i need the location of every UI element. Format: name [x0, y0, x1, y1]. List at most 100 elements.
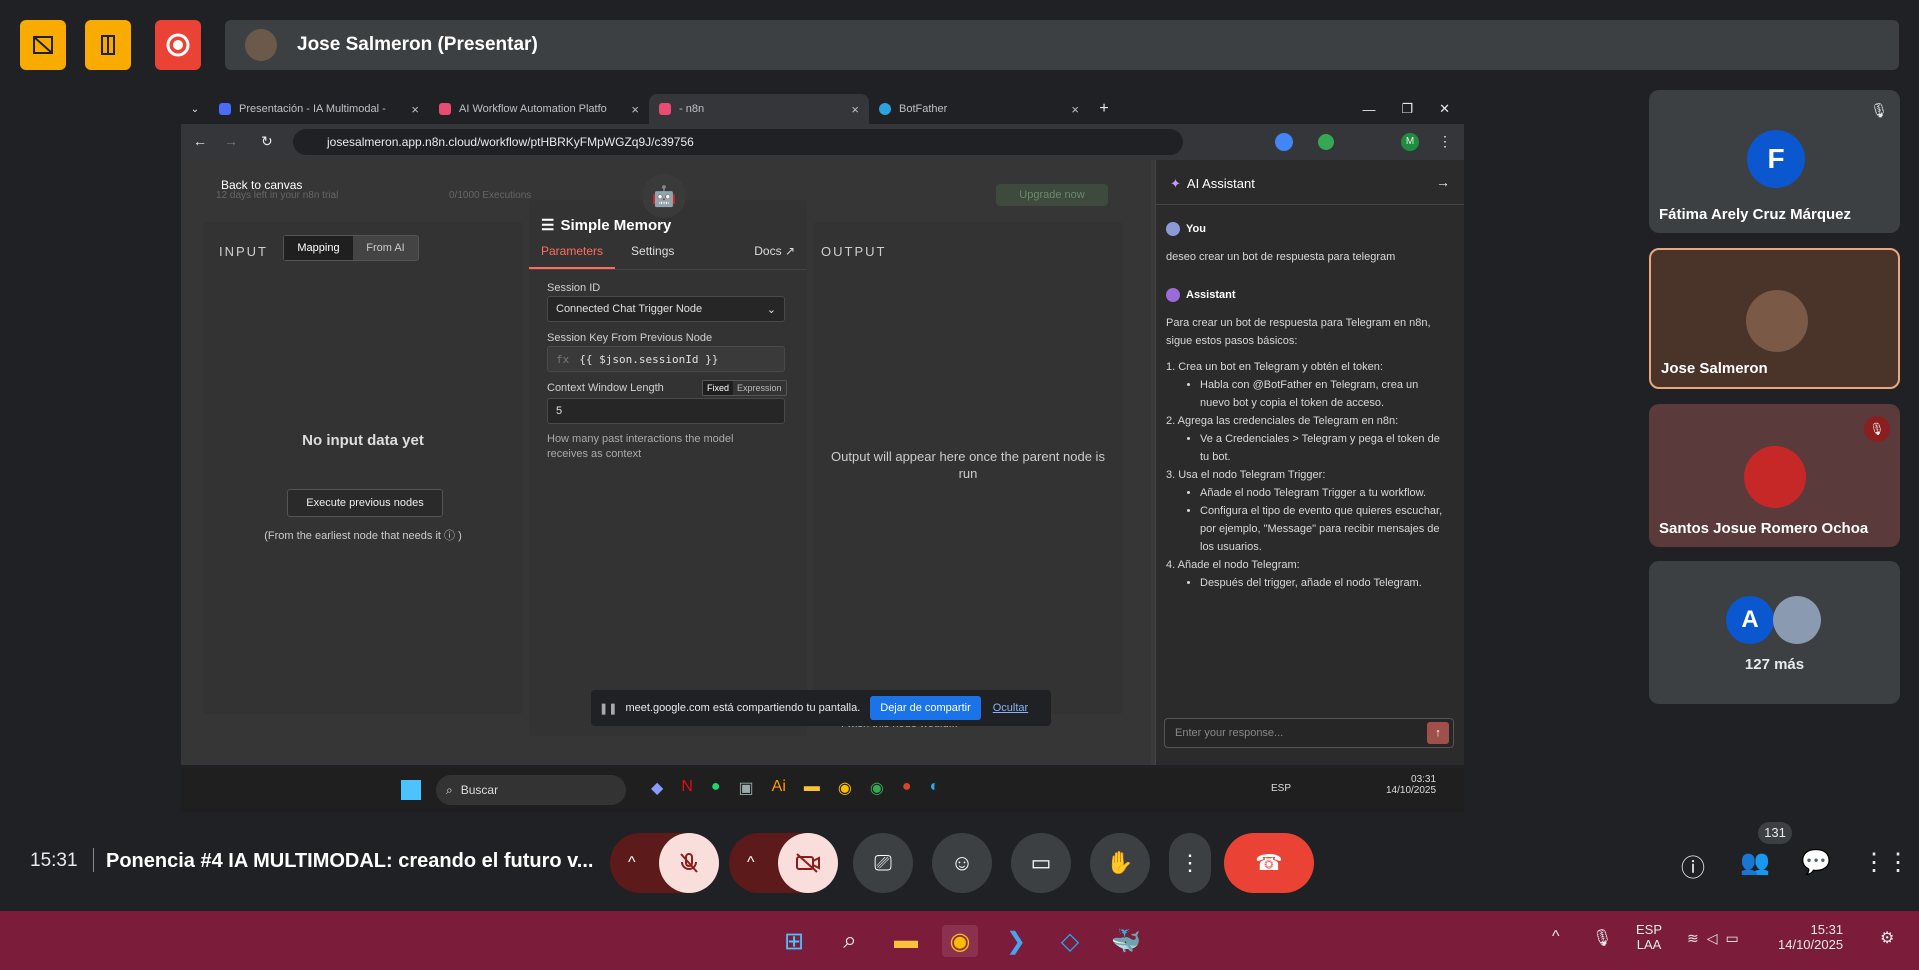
mic-icon[interactable]: 🎙 [1592, 928, 1612, 948]
people-icon[interactable]: 👥 [1740, 848, 1770, 877]
close-window-icon[interactable]: ✕ [1439, 101, 1450, 117]
close-icon[interactable]: × [631, 102, 639, 117]
powershell-icon[interactable]: ❯ [998, 925, 1034, 957]
fixed-toggle[interactable]: Fixed [703, 381, 734, 395]
stop-sharing-button[interactable]: Dejar de compartir [870, 696, 981, 720]
execute-previous-button[interactable]: Execute previous nodes [287, 489, 443, 517]
n8n-app: Back to canvas 12 days left in your n8n … [181, 160, 1464, 765]
minimize-icon[interactable]: — [1362, 102, 1375, 117]
assistant-response-input[interactable]: Enter your response... ↑ [1164, 718, 1454, 748]
activities-icon[interactable]: ⋮⋮ [1862, 848, 1910, 877]
start-icon[interactable] [401, 780, 421, 800]
info-icon[interactable]: ⓘ [1681, 848, 1705, 883]
more-options-icon[interactable]: ⋮ [1169, 833, 1211, 893]
layout-icon[interactable] [20, 20, 66, 70]
system-tray-icon[interactable]: ≋◁▭ [1687, 930, 1747, 947]
illustrator-icon[interactable]: Ai [772, 778, 786, 798]
session-id-select[interactable]: Connected Chat Trigger Node ⌄ [547, 296, 785, 322]
powerpoint-icon[interactable]: ● [902, 778, 912, 798]
raise-hand-icon[interactable]: ✋ [1090, 833, 1150, 893]
hide-button[interactable]: Ocultar [993, 702, 1028, 714]
collapse-icon[interactable]: → [1436, 174, 1450, 190]
chevron-down-icon: ⌄ [766, 303, 776, 316]
step-title: 3. Usa el nodo Telegram Trigger: [1166, 469, 1326, 481]
chrome-icon[interactable]: ◉ [942, 925, 978, 957]
docker-icon[interactable]: 🐳 [1108, 925, 1144, 957]
tab-search-icon[interactable]: ⌄ [181, 94, 209, 124]
camera-off-icon[interactable] [778, 833, 838, 893]
close-icon[interactable]: × [851, 102, 859, 117]
folder-icon[interactable]: ▬ [804, 778, 820, 798]
mapping-toggle[interactable]: Mapping [284, 236, 353, 260]
forward-icon[interactable]: → [224, 133, 238, 149]
menu-dots-icon[interactable]: ⋮ [1438, 133, 1452, 150]
search-icon[interactable]: ⌕ [832, 925, 868, 957]
translate-icon[interactable] [1275, 133, 1293, 151]
session-key-field[interactable]: fx {{ $json.sessionId }} [547, 346, 785, 372]
back-icon[interactable]: ← [193, 133, 207, 149]
chevron-up-icon[interactable]: ^ [747, 854, 755, 872]
step-title: 2. Agrega las credenciales de Telegram e… [1166, 415, 1399, 427]
tab-parameters[interactable]: Parameters [529, 244, 616, 269]
user-message: deseo crear un bot de respuesta para tel… [1166, 251, 1396, 263]
profile-icon[interactable]: M [1401, 133, 1419, 151]
camera-control: ^ [729, 833, 838, 893]
participant-tile[interactable]: F 🎙 Fátima Arely Cruz Márquez [1649, 90, 1900, 233]
tab-ai-workflow[interactable]: AI Workflow Automation Platfo × [429, 94, 649, 124]
netflix-icon[interactable]: N [681, 778, 693, 798]
upgrade-button[interactable]: Upgrade now [996, 184, 1108, 206]
send-icon[interactable]: ↑ [1427, 722, 1449, 744]
mic-off-icon: 🎙 [1870, 102, 1888, 118]
tab-label: BotFather [899, 103, 948, 115]
captions-icon[interactable]: ▭ [1011, 833, 1071, 893]
door-icon[interactable] [85, 20, 131, 70]
chrome-icon[interactable]: ◉ [838, 778, 852, 798]
step-item: Añade el nodo Telegram Trigger a tu work… [1200, 484, 1446, 502]
session-id-value: Connected Chat Trigger Node [556, 303, 703, 315]
inner-lang: ESP [1271, 783, 1292, 794]
url-field[interactable]: josesalmeron.app.n8n.cloud/workflow/ptHB… [293, 129, 1183, 155]
avatar [1773, 596, 1821, 644]
tab-presentacion[interactable]: Presentación - IA Multimodal - × [209, 94, 429, 124]
tab-docs: Docs ↗ [754, 244, 807, 269]
taskbar-date: 14/10/2025 [1778, 937, 1844, 952]
copilot-icon[interactable]: ◆ [651, 778, 663, 798]
end-call-icon[interactable]: ☎ [1224, 833, 1314, 893]
tab-n8n[interactable]: - n8n × [649, 94, 869, 124]
assistant-label-text: Assistant [1186, 289, 1236, 301]
mic-off-icon[interactable] [659, 833, 719, 893]
chevron-up-icon[interactable]: ^ [1552, 928, 1560, 946]
context-window-input[interactable]: 5 [547, 398, 785, 424]
whatsapp-icon[interactable]: ● [711, 778, 721, 798]
app-icon[interactable]: ▣ [739, 778, 754, 798]
present-screen-icon[interactable]: ⎚ [853, 833, 913, 893]
participant-tile[interactable]: 🎙 Santos Josue Romero Ochoa [1649, 404, 1900, 547]
chevron-up-icon[interactable]: ^ [628, 854, 636, 872]
record-icon[interactable] [155, 20, 201, 70]
chrome-profile-icon[interactable]: ◉ [870, 778, 884, 798]
external-link-icon: ↗ [784, 244, 795, 258]
taskbar-lang2: LAA [1636, 937, 1662, 952]
from-ai-toggle[interactable]: From AI [352, 236, 418, 260]
start-icon[interactable]: ⊞ [776, 925, 812, 957]
docs-label[interactable]: Docs [754, 244, 781, 258]
tab-settings[interactable]: Settings [615, 244, 690, 269]
execute-hint: (From the earliest node that needs it ⓘ … [264, 530, 462, 542]
new-tab-icon[interactable]: + [1089, 94, 1119, 124]
close-icon[interactable]: × [1071, 102, 1079, 117]
notification-icon[interactable]: ⚙ [1880, 928, 1894, 948]
search-box[interactable]: ⌕ Buscar [436, 775, 626, 805]
folder-icon[interactable]: ▬ [888, 925, 924, 957]
reload-icon[interactable]: ↻ [261, 133, 273, 150]
chat-icon[interactable]: 💬 [1801, 848, 1831, 877]
expression-toggle[interactable]: Expression [733, 381, 786, 395]
emoji-icon[interactable]: ☺ [932, 833, 992, 893]
close-icon[interactable]: × [411, 102, 419, 117]
extension-icon[interactable] [1318, 134, 1334, 150]
vscode-icon[interactable]: ◇ [1052, 925, 1088, 957]
edge-icon[interactable]: ◐ [930, 778, 940, 798]
tab-botfather[interactable]: BotFather × [869, 94, 1089, 124]
participant-tile-more[interactable]: A 127 más [1649, 561, 1900, 704]
participant-tile[interactable]: Jose Salmeron [1649, 248, 1900, 389]
restore-icon[interactable]: ❐ [1401, 101, 1413, 117]
